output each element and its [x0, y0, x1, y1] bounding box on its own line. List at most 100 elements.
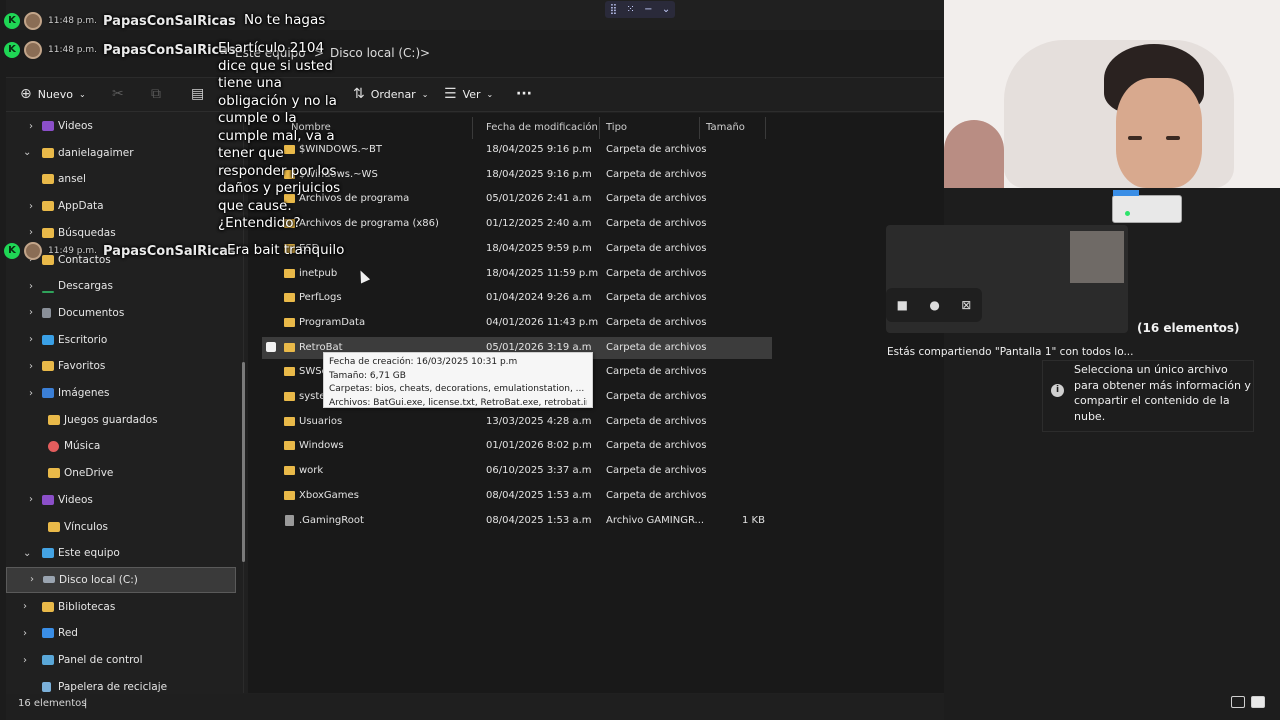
file-name: Windows — [299, 440, 344, 452]
sidebar-item-disco-local-c-[interactable]: › Disco local (C:) — [6, 566, 236, 593]
file-type: Carpeta de archivos — [606, 391, 707, 402]
sidebar-item-red[interactable]: › Red — [6, 620, 236, 646]
chat-message-text: El artículo 2104 dice que si usted tiene… — [218, 40, 341, 231]
videos-icon — [42, 121, 54, 131]
file-name: .GamingRoot — [299, 514, 364, 526]
sidebar-item-label: Videos — [58, 120, 93, 132]
table-row[interactable]: inetpub 18/04/2025 11:59 p.m Carpeta de ar… — [262, 263, 772, 285]
sidebar-item-juegos-guardados[interactable]: Juegos guardados — [6, 407, 236, 433]
camera-icon[interactable]: ■ — [897, 298, 908, 312]
row-checkbox[interactable] — [266, 341, 276, 352]
file-type: Carpeta de archivos — [606, 316, 707, 328]
sidebar-item-label: ansel — [58, 173, 86, 186]
chevron-right-icon[interactable]: › — [29, 307, 33, 318]
details-item-count: (16 elementos) — [1137, 321, 1240, 335]
chevron-right-icon[interactable]: › — [23, 655, 27, 666]
sidebar-item-escritorio[interactable]: › Escritorio — [6, 327, 236, 353]
minimize-icon[interactable]: − — [644, 4, 652, 15]
sidebar-item-label: Vínculos — [64, 520, 108, 533]
sidebar-item-ansel[interactable]: ansel — [6, 166, 236, 192]
microphone-icon[interactable]: ● — [929, 298, 939, 312]
more-options-button[interactable]: ··· — [516, 86, 532, 102]
table-row[interactable]: work 06/10/2025 3:37 a.m Carpeta de archiv… — [262, 460, 772, 482]
paste-icon[interactable]: ▤ — [191, 86, 204, 102]
snap-toolbar[interactable]: ⣿ ⁙ − ⌄ — [605, 1, 675, 18]
chevron-right-icon[interactable]: › — [29, 494, 33, 505]
file-name: Usuarios — [299, 415, 343, 427]
sidebar-item-este-equipo[interactable]: ⌄ Este equipo — [6, 540, 236, 566]
person-eye — [1166, 136, 1180, 140]
sidebar-item-videos[interactable]: › Videos — [6, 113, 236, 139]
table-row[interactable]: PerfLogs 01/04/2024 9:26 a.m Carpeta de ar… — [262, 287, 772, 309]
folder-icon — [42, 601, 54, 612]
chevron-down-icon[interactable]: ⌄ — [23, 548, 31, 559]
file-type: Carpeta de archivos — [606, 193, 707, 205]
tooltip-files: Archivos: BatGui.exe, license.txt, Retro… — [329, 397, 587, 408]
sidebar-item-v-nculos[interactable]: Vínculos — [6, 514, 236, 540]
tiles-view-icon[interactable] — [1251, 696, 1265, 708]
layout-icon[interactable]: ⁙ — [626, 4, 634, 15]
file-type: Carpeta de archivos — [606, 168, 707, 180]
table-row[interactable]: XboxGames 08/04/2025 1:53 a.m Carpeta de a… — [262, 485, 772, 507]
breadcrumb-separator[interactable]: > — [420, 46, 430, 60]
stop-share-icon[interactable]: ⊠ — [961, 298, 971, 312]
chevron-right-icon[interactable]: › — [29, 227, 33, 238]
sort-button[interactable]: ⇅ Ordenar ⌄ — [353, 86, 428, 102]
folder-icon — [48, 468, 60, 479]
sidebar-scrollbar[interactable] — [242, 362, 245, 562]
copy-icon[interactable]: ⧉ — [151, 86, 161, 102]
table-row[interactable]: .GamingRoot 08/04/2025 1:53 a.m Archivo GA… — [262, 510, 772, 532]
videos-icon — [42, 494, 54, 505]
view-button[interactable]: ☰ Ver ⌄ — [444, 86, 493, 102]
details-view-icon[interactable] — [1231, 696, 1245, 708]
file-modified: 13/03/2025 4:28 a.m — [486, 415, 592, 427]
share-controls: ■ ● ⊠ — [886, 288, 982, 322]
chevron-down-icon[interactable]: ⌄ — [23, 147, 31, 158]
file-type: Carpeta de archivos — [606, 144, 707, 155]
column-type-header[interactable]: Tipo — [600, 117, 700, 139]
chevron-right-icon[interactable]: › — [29, 281, 33, 292]
sidebar-item-label: Papelera de reciclaje — [58, 680, 168, 693]
file-modified: 18/04/2025 9:16 p.m — [486, 168, 592, 180]
chevron-right-icon[interactable]: › — [30, 574, 34, 585]
folder-icon — [48, 521, 60, 532]
column-size-header[interactable]: Tamaño — [700, 117, 766, 139]
chevron-right-icon[interactable]: › — [29, 388, 33, 399]
sidebar-item-danielagaimer[interactable]: ⌄ danielagaimer — [6, 140, 236, 166]
table-row[interactable]: Windows 01/01/2026 8:02 p.m Carpeta de arc… — [262, 435, 772, 457]
chevron-down-icon[interactable]: ⌄ — [662, 4, 670, 15]
folder-icon — [284, 293, 295, 303]
file-modified: 01/01/2026 8:02 p.m — [486, 440, 592, 452]
table-row[interactable]: ProgramData 04/01/2026 11:43 p.m Carpeta d… — [262, 312, 772, 334]
cut-icon[interactable]: ✂ — [112, 86, 124, 102]
sidebar-item-videos[interactable]: › Videos — [6, 487, 236, 513]
sort-icon: ⇅ — [353, 86, 365, 102]
sidebar-item-panel-de-control[interactable]: › Panel de control — [6, 647, 236, 673]
sidebar-item-im-genes[interactable]: › Imágenes — [6, 380, 236, 406]
sort-button-label: Ordenar — [370, 87, 416, 101]
grid-icon[interactable]: ⣿ — [610, 4, 617, 15]
chevron-right-icon[interactable]: › — [29, 201, 33, 212]
chevron-right-icon[interactable]: › — [23, 628, 27, 639]
sidebar-item-m-sica[interactable]: Música — [6, 433, 236, 459]
sidebar-item-label: Escritorio — [58, 333, 108, 346]
chat-message: K 11:49 p.m. PapasConSalRicas — [4, 242, 236, 260]
table-row[interactable]: Usuarios 13/03/2025 4:28 a.m Carpeta de ar… — [262, 411, 772, 433]
chevron-right-icon[interactable]: › — [23, 601, 27, 612]
folder-icon — [42, 147, 54, 158]
sidebar-item-favoritos[interactable]: › Favoritos — [6, 353, 236, 379]
chevron-right-icon[interactable]: › — [29, 361, 33, 372]
file-name: ProgramData — [299, 316, 366, 328]
file-modified: 08/04/2025 1:53 a.m — [486, 514, 592, 526]
file-type: Carpeta de archivos — [606, 267, 707, 279]
chevron-right-icon[interactable]: › — [29, 121, 33, 132]
chevron-right-icon[interactable]: › — [29, 334, 33, 345]
file-modified: 18/04/2025 11:59 p.m — [486, 267, 599, 279]
sidebar-item-onedrive[interactable]: OneDrive — [6, 460, 236, 486]
sidebar-item-appdata[interactable]: › AppData — [6, 193, 236, 219]
sidebar-item-bibliotecas[interactable]: › Bibliotecas — [6, 594, 236, 620]
new-button[interactable]: ⊕ Nuevo ⌄ — [20, 86, 86, 102]
column-modified-header[interactable]: Fecha de modificación — [480, 117, 600, 139]
sidebar-item-descargas[interactable]: › Descargas — [6, 273, 236, 299]
sidebar-item-documentos[interactable]: › Documentos — [6, 300, 236, 326]
